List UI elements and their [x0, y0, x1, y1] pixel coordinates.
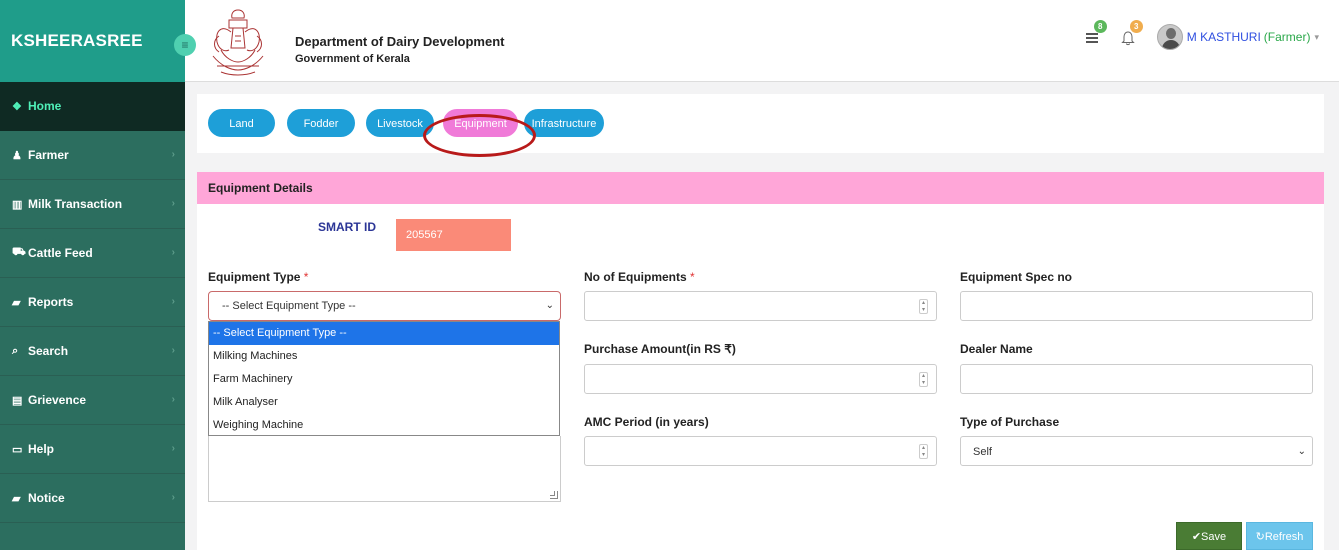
dept-subtitle: Government of Kerala [295, 53, 410, 65]
equipment-type-select[interactable]: -- Select Equipment Type -- ⌄ [208, 291, 561, 321]
refresh-button[interactable]: ↻Refresh [1246, 522, 1313, 550]
bell-icon[interactable]: 3 [1121, 20, 1143, 48]
equipment-spec-label: Equipment Spec no [960, 270, 1073, 284]
no-of-equipments-label-text: No of Equipments [584, 270, 687, 284]
sidebar-item-grievence[interactable]: ▤ Grievence › [0, 376, 185, 425]
smart-id-value: 205567 [396, 219, 511, 251]
top-header: Department of Dairy Development Governme… [185, 0, 1339, 82]
cart-icon: ⛟ [12, 246, 26, 258]
sidebar-item-cattle-feed[interactable]: ⛟ Cattle Feed › [0, 229, 185, 278]
chevron-right-icon: › [171, 247, 175, 258]
amc-period-input[interactable]: ▴ ▾ [584, 436, 937, 466]
dealer-name-input[interactable] [960, 364, 1313, 394]
home-icon: ❖ [12, 100, 22, 113]
amc-period-label: AMC Period (in years) [584, 415, 709, 429]
dropdown-option[interactable]: Milk Analyser [209, 391, 559, 414]
equipment-type-label-text: Equipment Type [208, 270, 301, 284]
sidebar-item-label: Reports [28, 295, 74, 309]
user-role[interactable]: (Farmer) [1264, 30, 1311, 44]
messages-icon[interactable]: 8 [1085, 20, 1107, 48]
tab-land[interactable]: Land [208, 109, 275, 137]
required-mark: * [303, 270, 309, 284]
highlight-circle-annotation [423, 114, 536, 157]
panel-title: Equipment Details [197, 172, 1324, 204]
number-spinner-icon[interactable]: ▴ ▾ [919, 372, 928, 387]
chevron-right-icon: › [171, 345, 175, 356]
chevron-right-icon: › [171, 198, 175, 209]
book-icon: ▰ [12, 296, 21, 309]
no-of-equipments-label: No of Equipments * [584, 270, 695, 284]
sidebar-item-notice[interactable]: ▰ Notice › [0, 474, 185, 523]
sidebar-item-home[interactable]: ❖ Home [0, 82, 185, 131]
header-actions: 8 3 M KASTHURI (Farmer) ▾ [1085, 20, 1319, 50]
chevron-right-icon: › [171, 492, 175, 503]
dropdown-option[interactable]: Farm Machinery [209, 368, 559, 391]
save-button[interactable]: ✔Save [1176, 522, 1242, 550]
sidebar: ❖ Home ♟ Farmer › ▥ Milk Transaction › ⛟… [0, 82, 185, 550]
resize-grip-icon[interactable] [550, 491, 558, 499]
notifications-badge: 3 [1129, 20, 1143, 33]
book-icon: ▰ [12, 492, 21, 505]
sidebar-item-label: Farmer [28, 148, 69, 162]
brand-bar: KSHEERASREE [0, 0, 185, 82]
chevron-right-icon: › [171, 394, 175, 405]
number-spinner-icon[interactable]: ▴ ▾ [919, 444, 928, 459]
sidebar-item-label: Notice [28, 491, 65, 505]
dropdown-option[interactable]: Milking Machines [209, 345, 559, 368]
sidebar-toggle-icon[interactable]: ≡ [174, 34, 196, 56]
type-of-purchase-value: Self [973, 446, 992, 458]
type-of-purchase-label: Type of Purchase [960, 415, 1060, 429]
category-tabs: Land Fodder Livestock Equipment Infrastr… [197, 94, 1324, 153]
chevron-right-icon: › [171, 296, 175, 307]
sidebar-item-reports[interactable]: ▰ Reports › [0, 278, 185, 327]
smart-id-label: SMART ID [318, 220, 376, 234]
purchase-amount-input[interactable]: ▴ ▾ [584, 364, 937, 394]
sidebar-item-label: Home [28, 99, 62, 113]
sidebar-item-search[interactable]: ⌕ Search › [0, 327, 185, 376]
sidebar-item-help[interactable]: ▭ Help › [0, 425, 185, 474]
chevron-right-icon: › [171, 443, 175, 454]
messages-badge: 8 [1093, 20, 1107, 33]
required-mark: * [690, 270, 695, 284]
dept-title: Department of Dairy Development [295, 34, 505, 49]
avatar[interactable] [1156, 24, 1183, 50]
dropdown-option[interactable]: Weighing Machine [209, 414, 559, 437]
sidebar-item-label: Cattle Feed [28, 246, 93, 260]
tab-infrastructure[interactable]: Infrastructure [524, 109, 604, 137]
sidebar-item-milk-transaction[interactable]: ▥ Milk Transaction › [0, 180, 185, 229]
dropdown-option[interactable]: -- Select Equipment Type -- [209, 322, 559, 345]
type-of-purchase-select[interactable]: Self ⌄ [960, 436, 1313, 466]
desktop-icon: ▭ [12, 443, 23, 456]
remarks-textarea[interactable] [208, 436, 561, 502]
kerala-emblem-icon [212, 9, 264, 76]
equipment-type-dropdown: -- Select Equipment Type -- Milking Mach… [208, 321, 560, 436]
equipment-type-label: Equipment Type * [208, 270, 308, 284]
sidebar-item-label: Grievence [28, 393, 87, 407]
sidebar-item-label: Milk Transaction [28, 197, 123, 211]
number-spinner-icon[interactable]: ▴ ▾ [919, 299, 928, 314]
chevron-right-icon: › [171, 149, 175, 160]
equipment-spec-input[interactable] [960, 291, 1313, 321]
tab-fodder[interactable]: Fodder [287, 109, 355, 137]
sidebar-item-label: Search [28, 344, 69, 358]
chevron-down-icon[interactable]: ▾ [1314, 32, 1319, 43]
brand-title[interactable]: KSHEERASREE [11, 31, 143, 51]
equipment-type-value: -- Select Equipment Type -- [222, 300, 356, 312]
list-icon: ▤ [12, 394, 23, 407]
chart-icon: ▥ [12, 198, 23, 211]
sidebar-item-farmer[interactable]: ♟ Farmer › [0, 131, 185, 180]
chevron-down-icon: ⌄ [545, 300, 554, 311]
search-icon: ⌕ [12, 344, 19, 357]
sidebar-item-label: Help [28, 442, 55, 456]
user-icon: ♟ [12, 149, 22, 162]
purchase-amount-label: Purchase Amount(in RS ₹) [584, 342, 736, 356]
chevron-down-icon: ⌄ [1297, 446, 1306, 457]
dealer-name-label: Dealer Name [960, 342, 1033, 356]
no-of-equipments-input[interactable]: ▴ ▾ [584, 291, 937, 321]
user-name[interactable]: M KASTHURI [1187, 30, 1261, 44]
